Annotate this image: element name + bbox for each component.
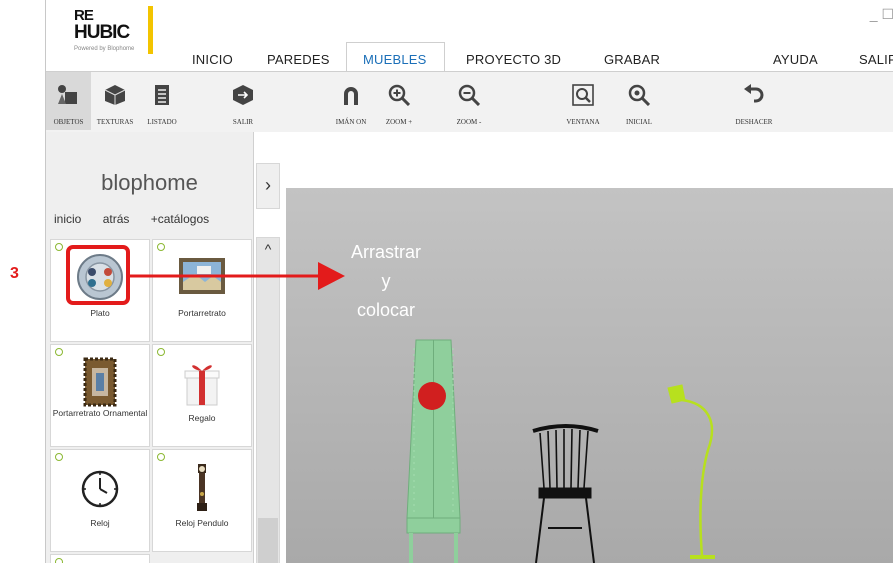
annotation-overlay	[66, 245, 345, 305]
drag-arrow-head	[318, 262, 345, 290]
highlight-box	[66, 245, 130, 305]
